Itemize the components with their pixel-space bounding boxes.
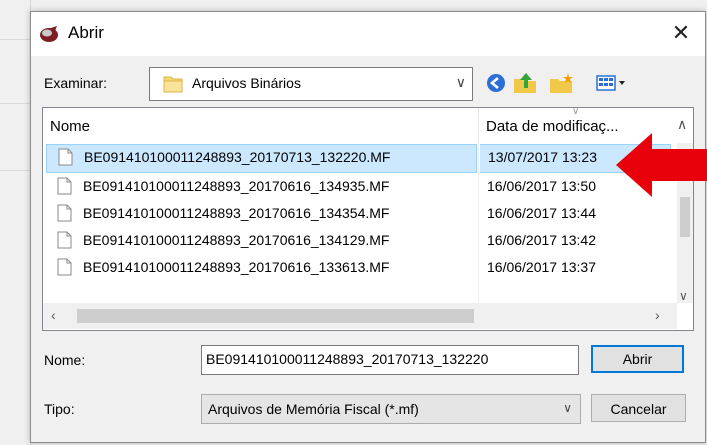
file-icon	[58, 148, 73, 166]
scroll-down-icon[interactable]: ∨	[679, 289, 688, 303]
vertical-scroll-thumb[interactable]	[680, 197, 690, 237]
file-name: BE091410100011248893_20170616_134935.MF	[83, 178, 390, 194]
dialog-title: Abrir	[68, 23, 104, 42]
file-row[interactable]: BE091410100011248893_20170616_134935.MF …	[43, 173, 677, 200]
file-date: 16/06/2017 13:42	[487, 232, 596, 248]
file-list[interactable]: Nome ∨ Data de modificaç... ∧ BE09141010…	[42, 107, 694, 331]
column-divider[interactable]	[478, 108, 479, 143]
file-date: 16/06/2017 13:50	[487, 178, 596, 194]
file-icon	[57, 177, 72, 195]
background-window	[0, 0, 31, 445]
column-header-row: Nome ∨ Data de modificaç... ∧	[43, 107, 687, 143]
file-type-dropdown[interactable]: Arquivos de Memória Fiscal (*.mf) ∨	[201, 394, 581, 424]
folder-icon	[163, 76, 183, 93]
sort-indicator-icon: ∨	[572, 107, 580, 117]
file-type-value: Arquivos de Memória Fiscal (*.mf)	[208, 401, 419, 417]
column-header-date[interactable]: Data de modificaç...	[486, 118, 619, 135]
horizontal-scroll-thumb[interactable]	[77, 309, 474, 323]
cancel-button[interactable]: Cancelar	[591, 394, 686, 422]
look-in-dropdown[interactable]: Arquivos Binários ∨	[149, 67, 473, 101]
file-name: BE091410100011248893_20170616_134129.MF	[83, 232, 390, 248]
file-name-field[interactable]	[201, 345, 579, 375]
background-line	[0, 103, 30, 104]
up-folder-icon[interactable]	[512, 71, 540, 95]
file-name: BE091410100011248893_20170616_134354.MF	[83, 205, 390, 221]
view-menu-icon[interactable]	[595, 71, 629, 95]
file-rows: BE091410100011248893_20170713_132220.MF …	[43, 144, 677, 281]
chevron-down-icon[interactable]: ∨	[456, 74, 466, 91]
background-line	[0, 39, 30, 40]
file-row[interactable]: BE091410100011248893_20170616_134354.MF …	[43, 200, 677, 227]
scroll-left-icon[interactable]: ‹	[51, 307, 56, 323]
file-row-selected[interactable]: BE091410100011248893_20170713_132220.MF …	[46, 144, 671, 173]
back-icon[interactable]	[484, 71, 508, 95]
chevron-down-icon[interactable]: ∨	[563, 401, 572, 415]
file-icon	[57, 204, 72, 222]
file-name-input[interactable]	[202, 346, 578, 372]
title-bar[interactable]: Abrir ✕	[31, 12, 705, 56]
scroll-up-icon[interactable]: ∧	[677, 116, 687, 133]
scroll-right-icon[interactable]: ›	[655, 307, 660, 323]
column-header-name[interactable]: Nome	[50, 118, 90, 135]
new-folder-icon[interactable]	[548, 71, 578, 95]
file-name: BE091410100011248893_20170616_133613.MF	[83, 259, 390, 275]
red-arrow-annotation	[616, 133, 707, 197]
close-button[interactable]: ✕	[663, 18, 699, 50]
look-in-value: Arquivos Binários	[192, 75, 301, 91]
look-in-label: Examinar:	[44, 75, 108, 91]
file-date: 13/07/2017 13:23	[488, 149, 597, 165]
file-name: BE091410100011248893_20170713_132220.MF	[84, 149, 391, 165]
file-date: 16/06/2017 13:44	[487, 205, 596, 221]
file-row[interactable]: BE091410100011248893_20170616_133613.MF …	[43, 254, 677, 281]
open-button[interactable]: Abrir	[591, 345, 684, 373]
background-line	[0, 170, 30, 171]
file-name-label: Nome:	[44, 352, 86, 368]
file-date: 16/06/2017 13:37	[487, 259, 596, 275]
app-icon	[40, 26, 58, 42]
file-type-label: Tipo:	[44, 401, 75, 417]
horizontal-scrollbar[interactable]: ‹ ›	[43, 303, 677, 329]
file-row[interactable]: BE091410100011248893_20170616_134129.MF …	[43, 227, 677, 254]
file-icon	[57, 231, 72, 249]
open-file-dialog: Abrir ✕ Examinar: Arquivos Binários ∨ No…	[30, 11, 706, 443]
file-icon	[57, 258, 72, 276]
